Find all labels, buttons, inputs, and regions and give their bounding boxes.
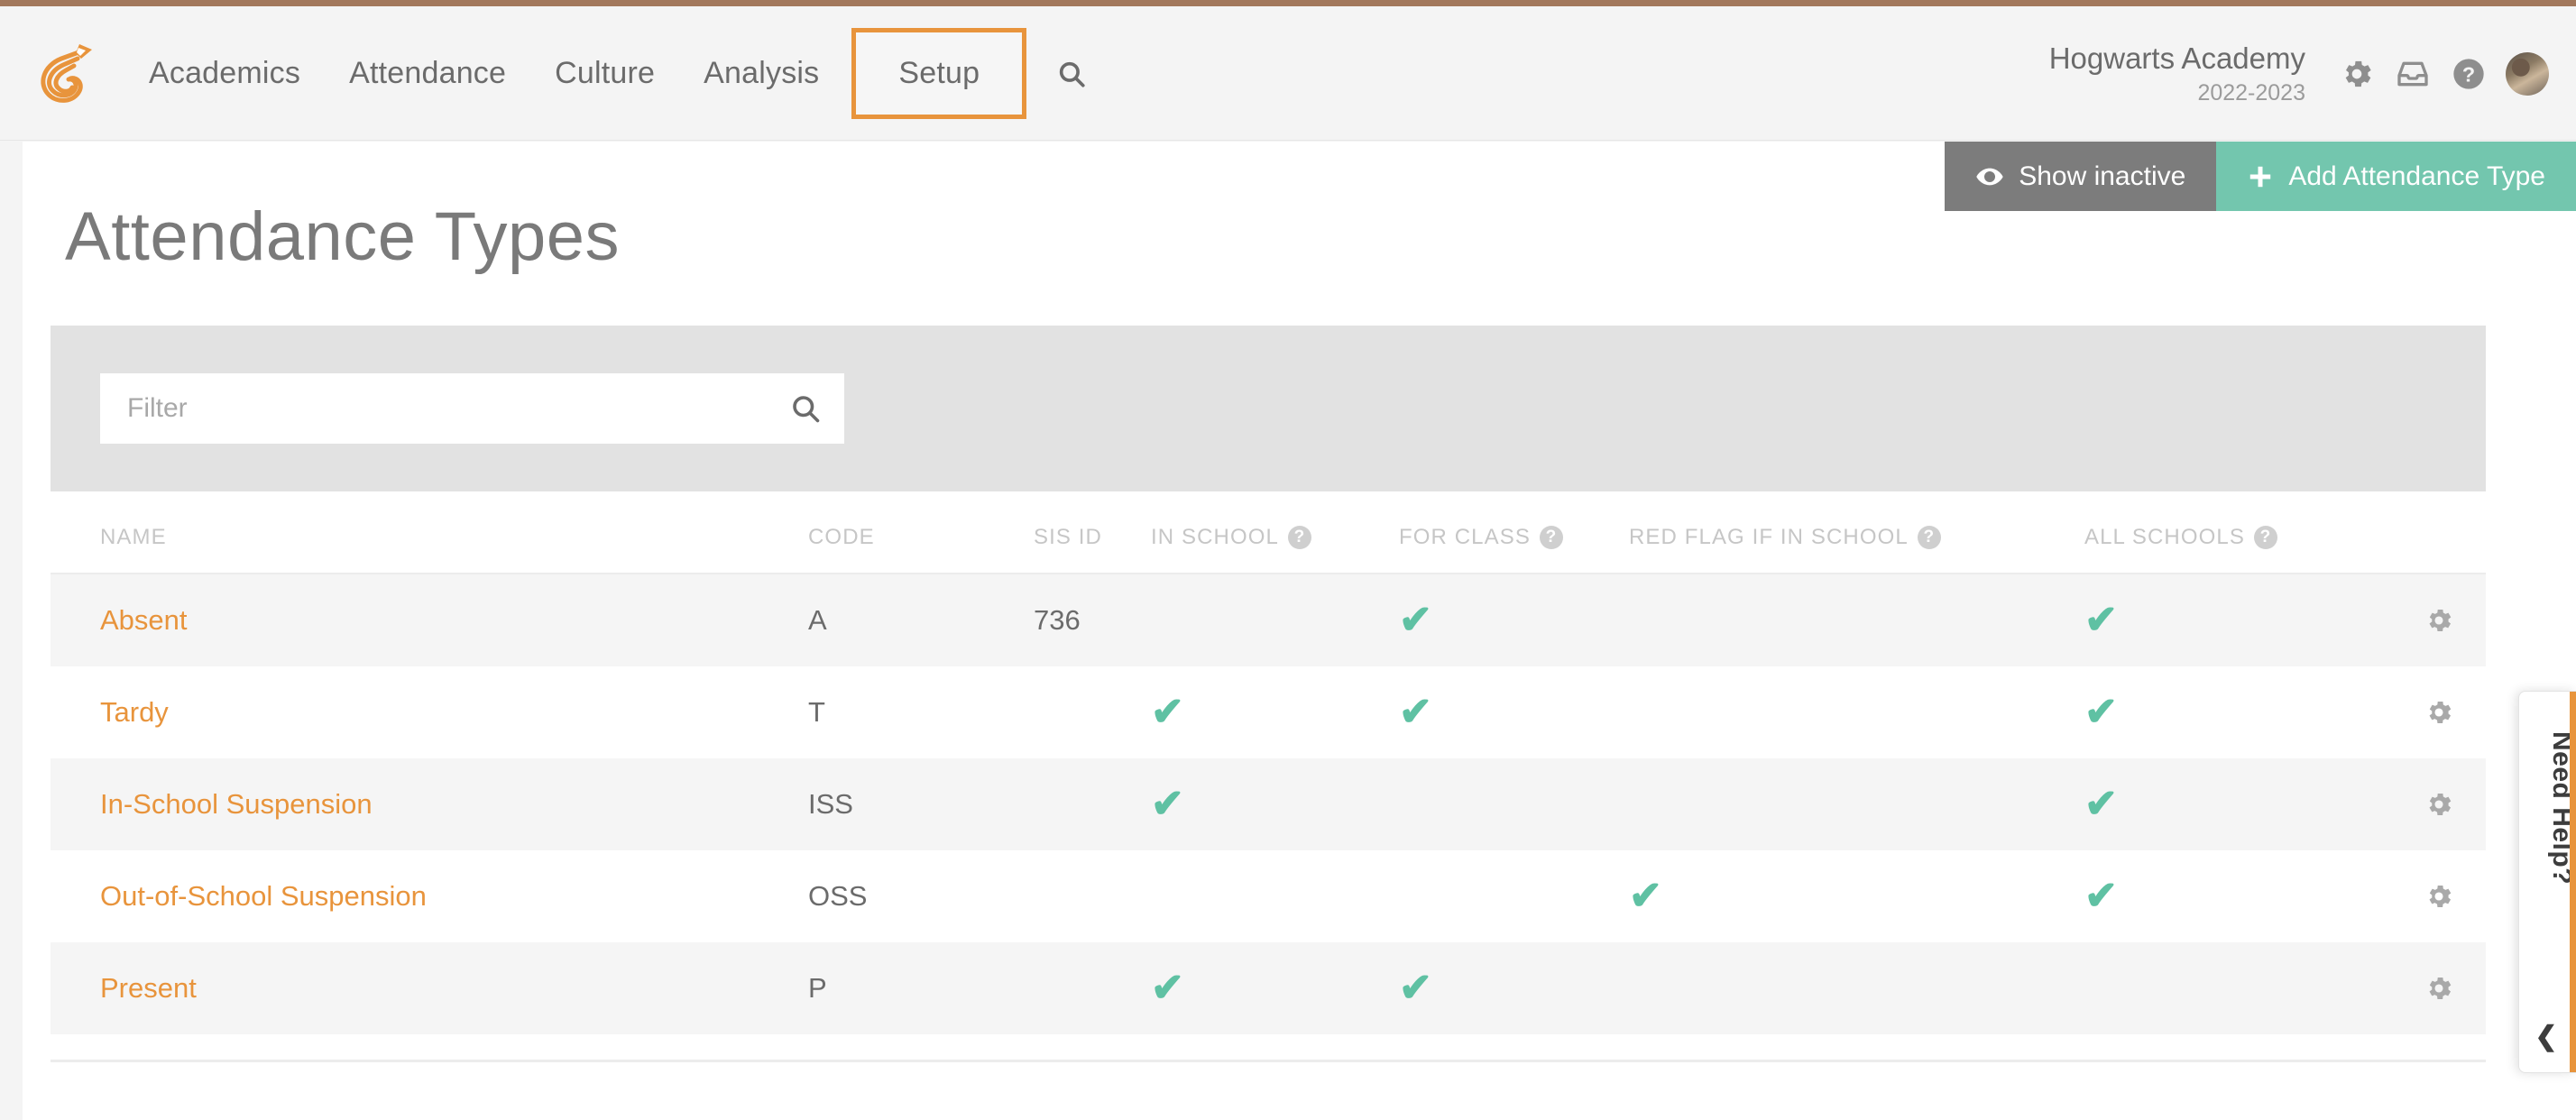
filter-bar xyxy=(51,326,2486,491)
school-info: Hogwarts Academy 2022-2023 xyxy=(2049,40,2305,107)
attendance-type-name-link[interactable]: Absent xyxy=(100,604,188,636)
attendance-type-name-link[interactable]: Out-of-School Suspension xyxy=(100,880,427,912)
help-circle-icon[interactable]: ? xyxy=(1287,526,1311,549)
column-header-sis-id: SIS ID xyxy=(1034,525,1102,549)
column-header-all-schools: ALL SCHOOLS? xyxy=(2084,525,2391,550)
cell-in-school: ✔ xyxy=(1151,969,1399,1008)
table-row[interactable]: Absent A 736 ✔ ✔ xyxy=(51,574,2486,666)
filter-input[interactable] xyxy=(100,393,767,424)
cell-for-class: ✔ xyxy=(1399,693,1629,732)
row-gear-icon[interactable] xyxy=(2424,881,2454,912)
attendance-types-table: NAME CODE SIS ID IN SCHOOL? FOR CLASS? R… xyxy=(51,502,2486,1034)
attendance-type-name-link[interactable]: In-School Suspension xyxy=(100,788,373,820)
table-row[interactable]: Tardy T ✔ ✔ ✔ xyxy=(51,666,2486,758)
school-name: Hogwarts Academy xyxy=(2048,41,2305,76)
column-header-name: NAME xyxy=(100,525,167,549)
nav-search-icon[interactable] xyxy=(1035,59,1109,89)
nav-item-setup[interactable]: Setup xyxy=(851,28,1027,119)
help-circle-icon[interactable]: ? xyxy=(2441,46,2497,102)
check-icon: ✔ xyxy=(2084,874,2118,918)
nav-item-analysis[interactable]: Analysis xyxy=(679,56,843,91)
row-gear-icon[interactable] xyxy=(2424,973,2454,1004)
header-right-cluster: Hogwarts Academy 2022-2023 ? xyxy=(2049,6,2549,141)
table-bottom-divider xyxy=(51,1060,2486,1062)
help-circle-icon[interactable]: ? xyxy=(1917,526,1941,549)
gear-icon[interactable] xyxy=(2329,46,2385,102)
table-body: Absent A 736 ✔ ✔ Tardy T ✔ ✔ ✔ In-School Suspensio… xyxy=(51,574,2486,1034)
column-header-red-flag: RED FLAG IF IN SCHOOL? xyxy=(1629,525,2084,550)
page-actions: Show inactive Add Attendance Type xyxy=(1945,142,2576,211)
attendance-type-code: ISS xyxy=(808,788,853,820)
show-inactive-button[interactable]: Show inactive xyxy=(1945,142,2217,211)
nav-item-attendance[interactable]: Attendance xyxy=(325,56,530,91)
svg-text:?: ? xyxy=(2462,62,2475,86)
column-header-for-class: FOR CLASS? xyxy=(1399,525,1629,550)
table-row[interactable]: Present P ✔ ✔ xyxy=(51,942,2486,1034)
avatar[interactable] xyxy=(2506,51,2549,96)
cell-for-class: ✔ xyxy=(1399,969,1629,1008)
table-row[interactable]: In-School Suspension ISS ✔ ✔ xyxy=(51,758,2486,850)
add-attendance-type-button[interactable]: Add Attendance Type xyxy=(2216,142,2576,211)
page-body: Show inactive Add Attendance Type Attend… xyxy=(23,142,2576,1120)
filter-input-wrapper xyxy=(100,373,844,444)
help-circle-icon[interactable]: ? xyxy=(2253,526,2277,549)
column-header-code: CODE xyxy=(808,525,875,549)
spiral-pencil-logo[interactable] xyxy=(25,32,108,115)
check-icon: ✔ xyxy=(1151,782,1184,826)
cell-all-schools: ✔ xyxy=(2084,693,2391,732)
nav-item-culture[interactable]: Culture xyxy=(530,56,679,91)
filter-search-icon[interactable] xyxy=(767,373,844,444)
cell-for-class: ✔ xyxy=(1399,601,1629,640)
show-inactive-label: Show inactive xyxy=(2019,161,2186,191)
check-icon: ✔ xyxy=(2084,598,2118,642)
nav-item-academics[interactable]: Academics xyxy=(124,56,325,91)
help-circle-icon[interactable]: ? xyxy=(1539,526,1563,549)
top-accent-bar xyxy=(0,0,2576,6)
check-icon: ✔ xyxy=(1399,598,1432,642)
app-header: Academics Attendance Culture Analysis Se… xyxy=(0,6,2576,141)
eye-icon xyxy=(1975,162,2004,191)
table-header-row: NAME CODE SIS ID IN SCHOOL? FOR CLASS? R… xyxy=(51,502,2486,574)
row-gear-icon[interactable] xyxy=(2424,605,2454,636)
attendance-type-code: P xyxy=(808,972,827,1004)
add-attendance-type-label: Add Attendance Type xyxy=(2288,161,2545,191)
cell-in-school: ✔ xyxy=(1151,693,1399,732)
check-icon: ✔ xyxy=(1399,966,1432,1010)
school-year: 2022-2023 xyxy=(2197,79,2305,106)
check-icon: ✔ xyxy=(1399,690,1432,734)
cell-all-schools: ✔ xyxy=(2084,601,2391,640)
page-title: Attendance Types xyxy=(65,198,621,275)
table-row[interactable]: Out-of-School Suspension OSS ✔ ✔ xyxy=(51,850,2486,942)
check-icon: ✔ xyxy=(1629,874,1662,918)
attendance-type-code: T xyxy=(808,696,825,728)
attendance-type-code: A xyxy=(808,604,827,636)
inbox-icon[interactable] xyxy=(2385,46,2441,102)
attendance-type-name-link[interactable]: Tardy xyxy=(100,696,169,728)
cell-all-schools: ✔ xyxy=(2084,877,2391,916)
cell-red-flag: ✔ xyxy=(1629,877,2084,916)
need-help-tab[interactable]: Need Help? ❮ xyxy=(2518,691,2576,1073)
attendance-type-code: OSS xyxy=(808,880,868,912)
app-root: Academics Attendance Culture Analysis Se… xyxy=(0,0,2576,1120)
main-navigation: Academics Attendance Culture Analysis Se… xyxy=(124,6,1109,141)
check-icon: ✔ xyxy=(2084,690,2118,734)
check-icon: ✔ xyxy=(1151,966,1184,1010)
chevron-left-icon[interactable]: ❮ xyxy=(2519,1021,2573,1052)
row-gear-icon[interactable] xyxy=(2424,789,2454,820)
attendance-type-name-link[interactable]: Present xyxy=(100,972,197,1004)
cell-in-school: ✔ xyxy=(1151,785,1399,824)
column-header-in-school: IN SCHOOL? xyxy=(1151,525,1399,550)
row-gear-icon[interactable] xyxy=(2424,697,2454,728)
check-icon: ✔ xyxy=(2084,782,2118,826)
check-icon: ✔ xyxy=(1151,690,1184,734)
cell-all-schools: ✔ xyxy=(2084,785,2391,824)
plus-icon xyxy=(2247,163,2274,190)
need-help-label: Need Help? xyxy=(2547,731,2576,886)
attendance-type-sis-id: 736 xyxy=(1034,604,1081,636)
